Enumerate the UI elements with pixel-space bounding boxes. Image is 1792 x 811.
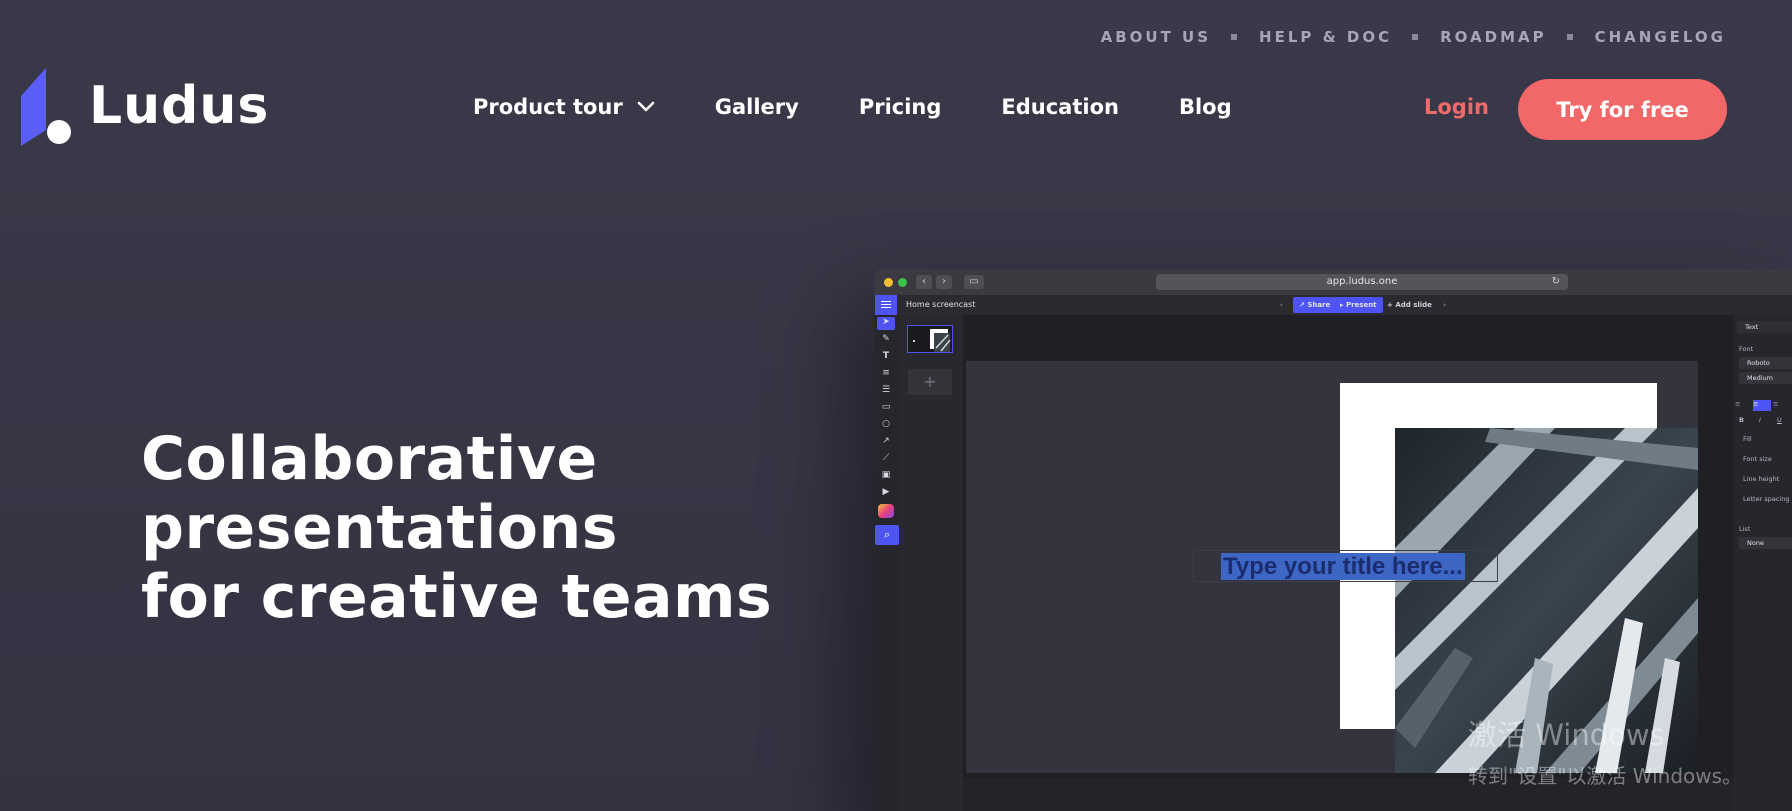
hero: Collaborative presentations for creative…: [141, 425, 772, 632]
changelog-link[interactable]: CHANGELOG: [1595, 28, 1726, 46]
title-textbox: Type your title here...: [1193, 550, 1498, 582]
roadmap-link[interactable]: ROADMAP: [1440, 28, 1547, 46]
windows-activation-watermark: 激活 Windows 转到"设置"以激活 Windows。: [1468, 712, 1742, 789]
nav-education[interactable]: Education: [1001, 95, 1119, 119]
italic-icon: I: [1759, 416, 1761, 424]
present-button: ▸ Present: [1334, 297, 1383, 313]
nav-product-tour-label: Product tour: [473, 95, 623, 119]
hero-line-1: Collaborative: [141, 424, 598, 494]
align-left-icon: ≡: [1735, 400, 1741, 408]
search-icon: ⌕: [875, 525, 899, 545]
page: ABOUT US HELP & DOC ROADMAP CHANGELOG Lu…: [0, 0, 1792, 811]
tools-sidebar: ➤ ✎ T ≡ ☰ ▭ ○ ↗ ⟋ ▣ ▶ ⌕: [874, 315, 899, 811]
add-slide-thumb: +: [908, 369, 952, 395]
ludus-logo-icon: [21, 68, 71, 146]
line-tool-icon: ⟋: [882, 453, 890, 463]
try-for-free-button[interactable]: Try for free: [1518, 79, 1727, 140]
nav-pricing[interactable]: Pricing: [859, 95, 942, 119]
login-link[interactable]: Login: [1424, 95, 1489, 119]
main-nav: Product tour Gallery Pricing Education B…: [473, 95, 1232, 119]
menu-icon: [875, 295, 897, 315]
back-icon: ‹: [916, 275, 932, 289]
image-tool-icon: ▣: [881, 470, 891, 480]
letter-spacing-label: Letter spacing: [1743, 495, 1790, 503]
doc-name: Home screencast: [906, 300, 976, 309]
nav-separator: [1231, 34, 1238, 40]
window-maximize-icon: [898, 277, 907, 287]
window-minimize-icon: [884, 277, 893, 287]
align-center-icon: ≡: [1753, 400, 1771, 411]
share-label: Share: [1307, 301, 1331, 309]
ellipse-tool-icon: ○: [882, 419, 890, 429]
fill-label: Fill: [1743, 435, 1752, 443]
add-slide-button: + Add slide: [1387, 301, 1432, 309]
watermark-line-2: 转到"设置"以激活 Windows。: [1468, 764, 1743, 788]
line-height-label: Line height: [1743, 475, 1780, 483]
utility-nav: ABOUT US HELP & DOC ROADMAP CHANGELOG: [1101, 28, 1726, 46]
underline-icon: U: [1777, 416, 1782, 424]
paragraph-tool-icon: ≡: [882, 368, 890, 378]
hero-line-2: presentations: [141, 493, 618, 563]
help-doc-link[interactable]: HELP & DOC: [1259, 28, 1392, 46]
arrow-tool-icon: ↗: [882, 436, 890, 446]
cursor-tool-icon: ➤: [877, 317, 895, 330]
reload-icon: ↻: [1551, 276, 1560, 287]
font-family-field: Roboto: [1739, 357, 1792, 369]
forward-icon: ›: [936, 275, 952, 289]
list-label: List: [1739, 525, 1751, 533]
prev-icon: ‹: [1280, 301, 1283, 309]
next-icon: ›: [1443, 301, 1446, 309]
text-tool-icon: T: [882, 351, 890, 361]
title-placeholder: Type your title here...: [1221, 553, 1465, 580]
app-toolbar: Home screencast ‹ ↗ Share ▸ Present + Ad…: [874, 295, 1792, 315]
hero-headline: Collaborative presentations for creative…: [141, 425, 772, 632]
nav-blog[interactable]: Blog: [1179, 95, 1232, 119]
add-slide-label: Add slide: [1395, 301, 1432, 309]
browser-titlebar: ‹ › ▭ app.ludus.one ↻: [874, 269, 1792, 295]
about-us-link[interactable]: ABOUT US: [1101, 28, 1211, 46]
share-button: ↗ Share: [1293, 297, 1337, 313]
pen-tool-icon: ✎: [882, 334, 890, 344]
bold-icon: B: [1739, 416, 1744, 424]
nav-product-tour[interactable]: Product tour: [473, 95, 655, 119]
ludus-logo[interactable]: Ludus: [21, 68, 269, 146]
slide-thumbnail: [907, 325, 953, 353]
watermark-line-1: 激活 Windows: [1468, 718, 1665, 752]
text-panel-label: Text: [1737, 321, 1792, 333]
sidebar-toggle-icon: ▭: [964, 275, 984, 289]
nav-separator: [1566, 34, 1573, 40]
nav-gallery[interactable]: Gallery: [715, 95, 799, 119]
present-label: Present: [1345, 301, 1377, 309]
font-size-label: Font size: [1743, 455, 1772, 463]
font-label: Font: [1739, 345, 1754, 353]
video-tool-icon: ▶: [882, 487, 890, 497]
url-text: app.ludus.one: [1326, 276, 1398, 287]
list-value-field: None: [1739, 537, 1792, 549]
logo-text: Ludus: [89, 76, 270, 136]
integrations-icon: [878, 504, 894, 518]
url-bar: app.ludus.one ↻: [1156, 274, 1568, 290]
font-weight-field: Medium: [1739, 372, 1792, 384]
list-tool-icon: ☰: [881, 385, 891, 395]
nav-separator: [1412, 34, 1419, 40]
slides-panel: +: [899, 315, 963, 811]
hero-line-3: for creative teams: [141, 562, 773, 632]
rectangle-tool-icon: ▭: [881, 402, 891, 412]
chevron-down-icon: [637, 101, 655, 112]
align-right-icon: ≡: [1773, 400, 1779, 408]
